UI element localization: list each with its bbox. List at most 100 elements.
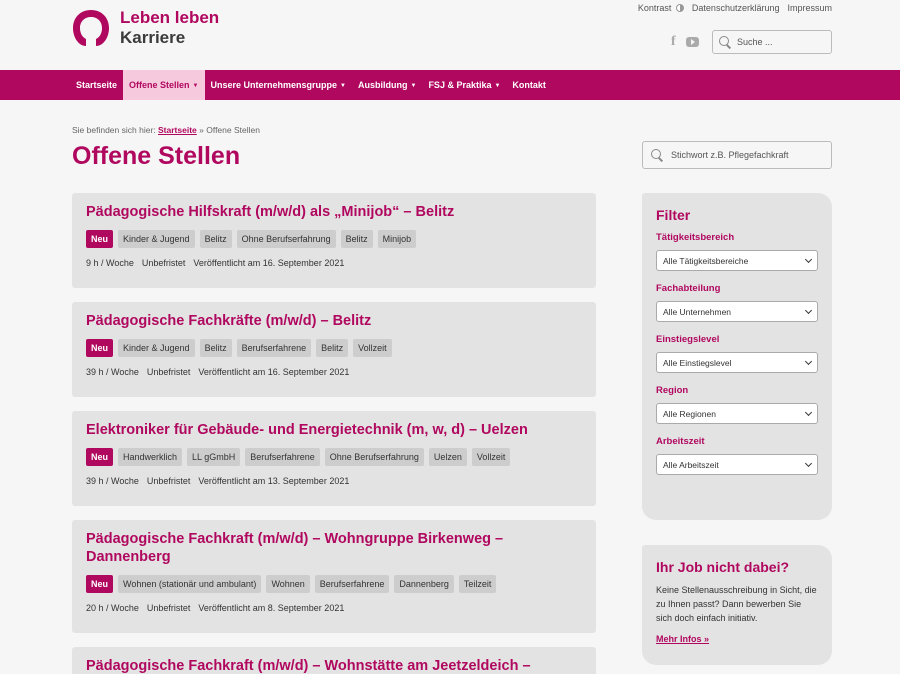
imprint-link[interactable]: Impressum xyxy=(787,3,832,13)
chevron-down-icon xyxy=(804,357,813,365)
chevron-down-icon xyxy=(804,255,813,263)
job-tags: Neu Wohnen (stationär und ambulant) Wohn… xyxy=(86,575,582,593)
nav-item-kontakt[interactable]: Kontakt xyxy=(506,70,552,100)
job-tag: Vollzeit xyxy=(353,339,392,357)
job-tag: Berufserfahrene xyxy=(236,339,312,357)
job-tag: Berufserfahrene xyxy=(245,448,320,466)
job-card[interactable]: Pädagogische Fachkraft (m/w/d) – Wohngru… xyxy=(72,520,596,633)
job-term: Unbefristet xyxy=(141,258,186,268)
chevron-down-icon: ▼ xyxy=(494,83,501,89)
initiative-box: Ihr Job nicht dabei? Keine Stellenaussch… xyxy=(642,545,832,665)
job-title[interactable]: Pädagogische Hilfskraft (m/w/d) als „Min… xyxy=(86,203,582,221)
filter-select-value: Alle Arbeitszeit xyxy=(663,459,719,470)
nav-item-unternehmensgruppe[interactable]: Unsere Unternehmensgruppe ▼ xyxy=(205,70,352,100)
more-info-link[interactable]: Mehr Infos » xyxy=(656,634,818,644)
job-tag: Wohnen (stationär und ambulant) xyxy=(118,575,262,593)
nav-label: Startseite xyxy=(76,80,118,90)
job-title[interactable]: Pädagogische Fachkraft (m/w/d) – Wohngru… xyxy=(86,530,582,566)
filter-title: Filter xyxy=(656,207,691,223)
job-published: Veröffentlicht am 8. September 2021 xyxy=(198,603,345,613)
facebook-icon[interactable]: f xyxy=(671,34,676,50)
filter-label: Arbeitszeit xyxy=(656,436,705,447)
job-tags: Neu Handwerklich LL gGmbH Berufserfahren… xyxy=(86,448,582,466)
job-term: Unbefristet xyxy=(146,476,191,486)
keyword-search xyxy=(642,141,832,169)
top-links: Kontrast Datenschutzerklärung Impressum xyxy=(638,3,832,13)
search-icon[interactable] xyxy=(719,36,731,48)
job-card[interactable]: Pädagogische Fachkräfte (m/w/d) – Belitz… xyxy=(72,302,596,397)
new-badge: Neu xyxy=(86,448,114,466)
site-search xyxy=(712,30,832,54)
youtube-icon[interactable] xyxy=(685,37,699,47)
job-tag: Belitz xyxy=(316,339,349,357)
privacy-link[interactable]: Datenschutzerklärung xyxy=(692,3,780,13)
job-tag: Handwerklich xyxy=(118,448,183,466)
breadcrumb-home-link[interactable]: Startseite xyxy=(158,125,197,135)
job-hours: 9 h / Woche xyxy=(86,258,134,268)
job-tag: Uelzen xyxy=(428,448,467,466)
contrast-toggle[interactable]: Kontrast xyxy=(638,3,684,13)
page-title: Offene Stellen xyxy=(72,142,241,170)
job-hours: 39 h / Woche xyxy=(86,367,139,377)
job-card[interactable]: Elektroniker für Gebäude- und Energietec… xyxy=(72,411,596,506)
initiative-text: Keine Stellenausschreibung in Sicht, die… xyxy=(656,585,817,623)
contrast-label: Kontrast xyxy=(637,3,672,13)
filter-select-value: Alle Regionen xyxy=(663,408,716,419)
breadcrumb: Sie befinden sich hier: Startseite » Off… xyxy=(72,125,260,135)
job-title[interactable]: Pädagogische Fachkraft (m/w/d) – Wohnstä… xyxy=(86,657,582,674)
job-tag: Dannenberg xyxy=(394,575,454,593)
job-published: Veröffentlicht am 16. September 2021 xyxy=(198,367,350,377)
new-badge: Neu xyxy=(86,339,114,357)
job-tag: Vollzeit xyxy=(471,448,511,466)
breadcrumb-current: Offene Stellen xyxy=(206,125,260,135)
filter-label: Fachabteilung xyxy=(656,283,721,294)
job-tag: Ohne Berufserfahrung xyxy=(324,448,424,466)
nav-item-offene-stellen[interactable]: Offene Stellen ▼ xyxy=(123,70,205,100)
job-tag: LL gGmbH xyxy=(187,448,241,466)
filter-select-taetigkeitsbereich[interactable]: Alle Tätigkeitsbereiche xyxy=(656,250,818,271)
filter-select-value: Alle Einstiegslevel xyxy=(663,357,732,368)
job-tag: Teilzeit xyxy=(458,575,497,593)
job-tag: Kinder & Jugend xyxy=(118,230,195,248)
job-meta: 39 h / Woche Unbefristet Veröffentlicht … xyxy=(86,476,582,486)
keyword-search-input[interactable] xyxy=(671,150,821,160)
search-icon[interactable] xyxy=(651,149,663,161)
job-tag: Ohne Berufserfahrung xyxy=(236,230,336,248)
logo-title: Leben leben xyxy=(120,8,220,27)
job-tag: Wohnen xyxy=(266,575,310,593)
chevron-down-icon xyxy=(804,459,813,467)
nav-item-ausbildung[interactable]: Ausbildung ▼ xyxy=(352,70,422,100)
job-tag: Belitz xyxy=(340,230,373,248)
job-card[interactable]: Pädagogische Fachkraft (m/w/d) – Wohnstä… xyxy=(72,647,596,674)
nav-label: Ausbildung xyxy=(357,80,408,90)
filter-label: Region xyxy=(656,385,689,396)
breadcrumb-separator: » xyxy=(199,125,204,135)
social-links: f xyxy=(671,34,699,50)
nav-item-fsj-praktika[interactable]: FSJ & Praktika ▼ xyxy=(422,70,506,100)
job-tag: Belitz xyxy=(199,230,232,248)
filter-select-einstiegslevel[interactable]: Alle Einstiegslevel xyxy=(656,352,818,373)
job-title[interactable]: Pädagogische Fachkräfte (m/w/d) – Belitz xyxy=(86,312,582,330)
job-tags: Neu Kinder & Jugend Belitz Berufserfahre… xyxy=(86,339,582,357)
job-meta: 9 h / Woche Unbefristet Veröffentlicht a… xyxy=(86,258,582,268)
filter-select-arbeitszeit[interactable]: Alle Arbeitszeit xyxy=(656,454,818,475)
nav-label: Kontakt xyxy=(512,80,546,90)
job-title[interactable]: Elektroniker für Gebäude- und Energietec… xyxy=(86,421,582,439)
chevron-down-icon xyxy=(804,306,813,314)
job-tag: Berufserfahrene xyxy=(314,575,390,593)
site-search-input[interactable] xyxy=(737,37,827,47)
chevron-down-icon: ▼ xyxy=(340,83,346,89)
job-hours: 39 h / Woche xyxy=(86,476,139,486)
job-tag: Belitz xyxy=(199,339,232,357)
chevron-down-icon: ▼ xyxy=(410,83,417,89)
new-badge: Neu xyxy=(86,230,114,248)
job-published: Veröffentlicht am 13. September 2021 xyxy=(198,476,350,486)
job-term: Unbefristet xyxy=(146,603,191,613)
nav-item-startseite[interactable]: Startseite xyxy=(70,70,123,100)
site-logo[interactable]: Leben leben Karriere xyxy=(72,8,219,48)
filter-select-region[interactable]: Alle Regionen xyxy=(656,403,818,424)
logo-icon xyxy=(73,10,109,46)
main-nav: Startseite Offene Stellen ▼ Unsere Untern… xyxy=(0,70,900,100)
filter-select-fachabteilung[interactable]: Alle Unternehmen xyxy=(656,301,818,322)
job-card[interactable]: Pädagogische Hilfskraft (m/w/d) als „Min… xyxy=(72,193,596,288)
